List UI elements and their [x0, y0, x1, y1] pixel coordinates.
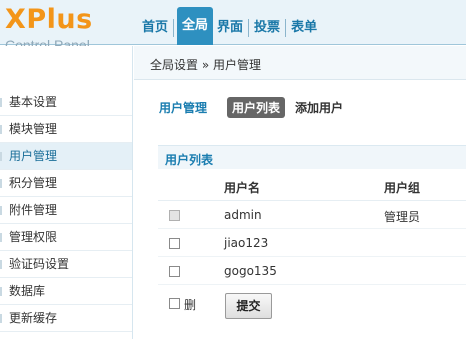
sidebar-item-permissions[interactable]: 管理权限 — [0, 224, 132, 251]
row-checkbox[interactable] — [169, 238, 180, 249]
delete-checkbox[interactable] — [169, 298, 180, 309]
submit-button[interactable]: 提交 — [225, 293, 272, 319]
delete-label: 删 — [184, 298, 197, 312]
table-header: 用户名 用户组 — [158, 169, 466, 201]
tab-global[interactable]: 全局 — [177, 7, 214, 45]
column-header-usergroup: 用户组 — [384, 181, 421, 195]
tab-form[interactable]: 表单 — [289, 11, 319, 45]
usergroup-cell: 管理员 — [384, 210, 421, 224]
table-row: gogo135 — [158, 258, 466, 285]
sidebar-item-points-management[interactable]: 积分管理 — [0, 170, 132, 197]
sidebar-item-module-management[interactable]: 模块管理 — [0, 116, 132, 143]
username-cell: gogo135 — [224, 264, 277, 278]
section-title: 用户列表 — [165, 153, 214, 167]
username-cell: jiao123 — [224, 236, 269, 250]
table-row: jiao123 — [158, 230, 466, 257]
tab-add-user[interactable]: 添加用户 — [295, 99, 343, 116]
breadcrumb: 全局设置 » 用户管理 — [150, 58, 261, 72]
tab-user-list[interactable]: 用户列表 — [227, 97, 286, 118]
table-row: admin 管理员 — [158, 202, 466, 229]
tab-divider — [248, 19, 250, 37]
tab-vote[interactable]: 投票 — [252, 11, 282, 45]
sidebar-item-user-management[interactable]: 用户管理 — [0, 143, 132, 170]
table-footer: 删 提交 — [158, 290, 466, 330]
sidebar-item-database[interactable]: 数据库 — [0, 278, 132, 305]
tab-divider — [173, 19, 175, 37]
top-header: XPlus Control Panel 首页 全局 界面 投票 表单 — [0, 0, 466, 53]
sidebar: 基本设置 模块管理 用户管理 积分管理 附件管理 管理权限 验证码设置 数据库 … — [0, 46, 133, 339]
row-checkbox — [169, 210, 180, 221]
section-header: 用户列表 — [158, 145, 466, 169]
logo-title: XPlus — [5, 4, 93, 35]
sidebar-item-basic-settings[interactable]: 基本设置 — [0, 89, 132, 116]
sub-nav: 用户管理 用户列表 添加用户 — [159, 97, 343, 118]
top-nav: 首页 全局 界面 投票 表单 — [140, 7, 319, 45]
sidebar-item-attachment-management[interactable]: 附件管理 — [0, 197, 132, 224]
breadcrumb-bar: 全局设置 » 用户管理 — [134, 46, 466, 80]
tab-home[interactable]: 首页 — [140, 11, 170, 45]
page-title: 用户管理 — [159, 101, 208, 115]
main-content: 用户管理 用户列表 添加用户 用户列表 用户名 用户组 admin 管理员 ji… — [134, 81, 466, 339]
username-cell: admin — [224, 208, 262, 222]
tab-interface[interactable]: 界面 — [215, 11, 245, 45]
sidebar-item-captcha-settings[interactable]: 验证码设置 — [0, 251, 132, 278]
row-checkbox[interactable] — [169, 266, 180, 277]
tab-divider — [285, 19, 287, 37]
sidebar-item-update-cache[interactable]: 更新缓存 — [0, 305, 132, 332]
column-header-username: 用户名 — [224, 181, 261, 195]
